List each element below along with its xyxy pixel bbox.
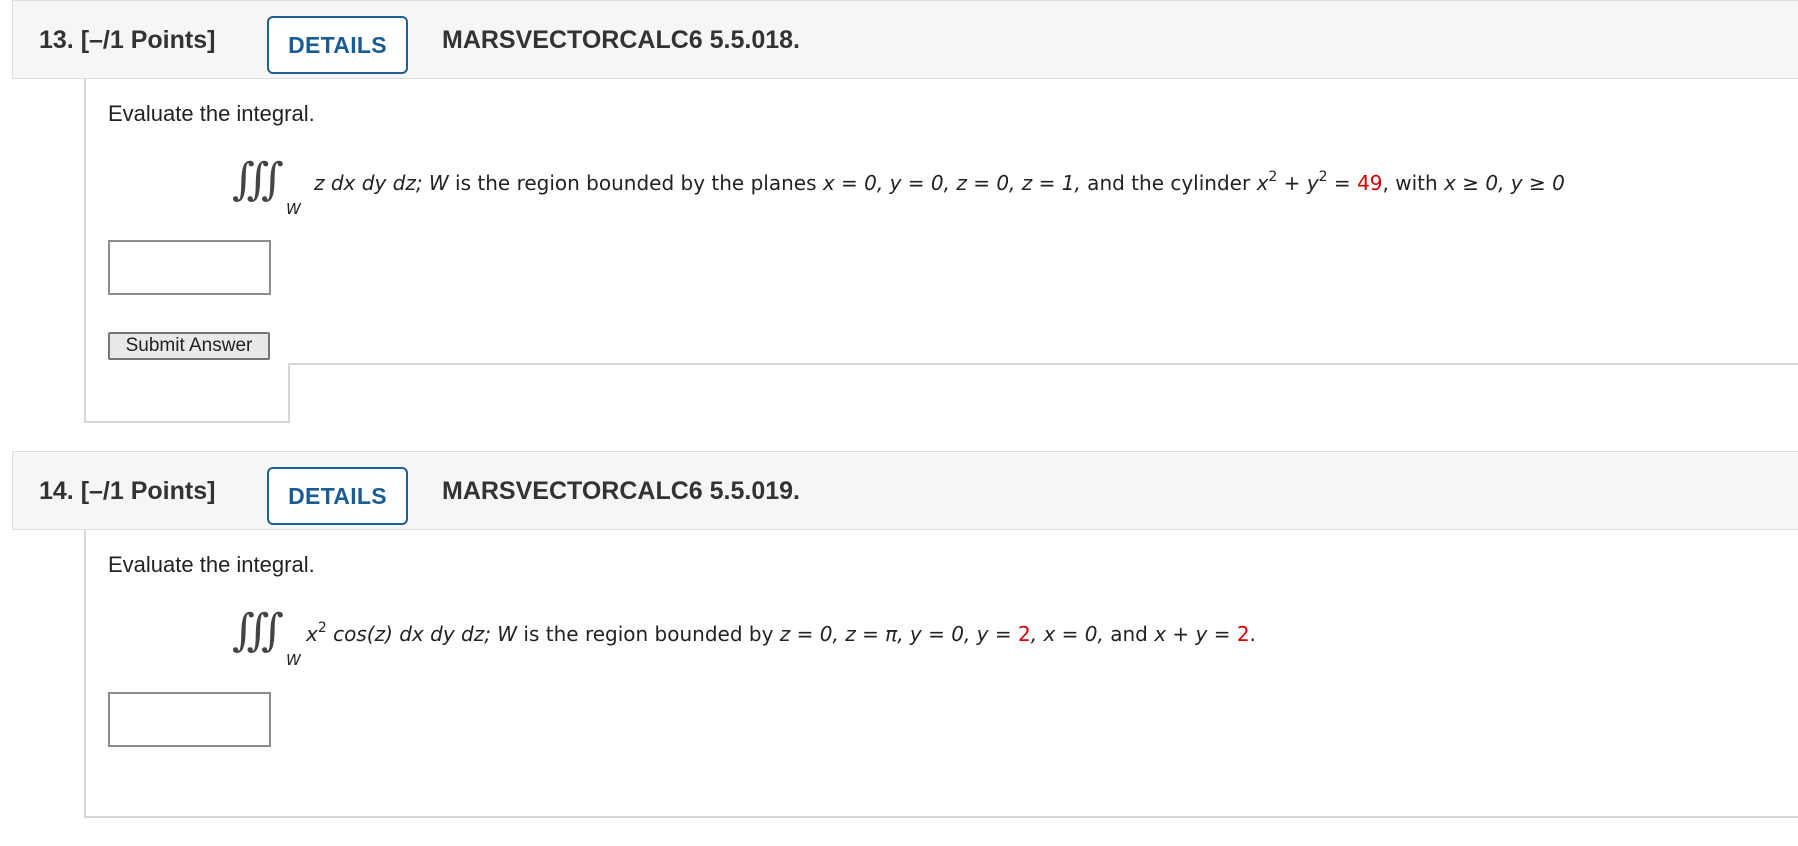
equation-text: . — [1249, 622, 1256, 646]
submit-area-border — [288, 363, 290, 423]
question-number-points: 13. [–/1 Points] — [39, 26, 216, 54]
equation-text: and — [1103, 622, 1155, 646]
exponent: 2 — [1268, 169, 1278, 185]
details-button[interactable]: DETAILS — [267, 16, 408, 74]
randomized-value: 2 — [1236, 622, 1250, 646]
question-equation: x2 cos(z) dx dy dz; W is the region boun… — [306, 620, 1256, 646]
submit-area-border — [290, 363, 1798, 365]
equation-text: and the cylinder — [1080, 171, 1257, 195]
question-number-points: 14. [–/1 Points] — [39, 477, 216, 505]
integral-region-subscript: W — [286, 651, 301, 669]
integrand: z dx dy dz; W — [314, 171, 449, 195]
answer-input[interactable] — [108, 692, 271, 747]
equation-text: , with — [1382, 171, 1445, 195]
exponent: 2 — [1318, 169, 1328, 185]
question-reference: MARSVECTORCALC6 5.5.019. — [442, 477, 800, 505]
details-button[interactable]: DETAILS — [267, 467, 408, 525]
triple-integral-symbol: ∭ — [232, 605, 284, 656]
var-y: y — [1306, 171, 1319, 195]
equation-bounds: x + y = — [1154, 622, 1237, 646]
equals-sign: = — [1327, 171, 1358, 195]
question-equation: z dx dy dz; W is the region bounded by t… — [314, 169, 1565, 195]
integrand: cos(z) dx dy dz; W — [326, 622, 518, 646]
equation-text: is the region bounded by — [517, 622, 780, 646]
equation-planes: x = 0, y = 0, z = 0, z = 1, — [822, 171, 1081, 195]
question-reference: MARSVECTORCALC6 5.5.018. — [442, 26, 800, 54]
question-prompt: Evaluate the integral. — [108, 101, 315, 126]
exponent: 2 — [317, 620, 327, 636]
equation-text: is the region bounded by the planes — [448, 171, 823, 195]
question-14-body: Evaluate the integral. ∭ W x2 cos(z) dx … — [84, 530, 1798, 818]
randomized-value: 49 — [1357, 171, 1383, 195]
var-x: x — [1256, 171, 1269, 195]
submit-area-border — [84, 421, 290, 423]
plus-sign: + — [1277, 171, 1307, 195]
answer-input[interactable] — [108, 240, 271, 295]
question-14-header: 14. [–/1 Points] DETAILS MARSVECTORCALC6… — [12, 451, 1798, 530]
question-prompt: Evaluate the integral. — [108, 552, 315, 577]
equation-conditions: x ≥ 0, y ≥ 0 — [1444, 171, 1565, 195]
integral-region-subscript: W — [286, 200, 301, 218]
triple-integral-symbol: ∭ — [232, 154, 284, 205]
submit-answer-button[interactable]: Submit Answer — [108, 332, 270, 360]
equation-bounds: z = 0, z = π, y = 0, y = — [779, 622, 1018, 646]
var-x: x — [306, 622, 318, 646]
equation-bounds: , x = 0, — [1030, 622, 1104, 646]
randomized-value: 2 — [1018, 622, 1031, 646]
question-13-body: Evaluate the integral. ∭ W z dx dy dz; W… — [84, 79, 1798, 422]
question-13-header: 13. [–/1 Points] DETAILS MARSVECTORCALC6… — [12, 0, 1798, 79]
